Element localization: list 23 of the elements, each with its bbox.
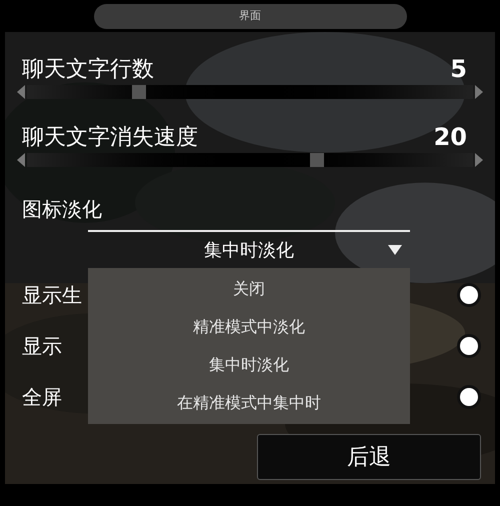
dropdown-option[interactable]: 在精准模式中集中时 xyxy=(88,384,410,422)
slider-track[interactable] xyxy=(27,153,473,167)
slider-thumb[interactable] xyxy=(132,85,146,99)
caret-icon xyxy=(388,245,402,255)
right-arrow-icon[interactable] xyxy=(475,153,483,167)
slider-thumb[interactable] xyxy=(310,153,324,167)
slider-track[interactable] xyxy=(27,85,473,99)
left-arrow-icon[interactable] xyxy=(17,153,25,167)
right-arrow-icon[interactable] xyxy=(475,85,483,99)
setting-label: 全屏 xyxy=(22,384,62,410)
setting-label: 显示生 xyxy=(22,282,82,308)
left-arrow-icon[interactable] xyxy=(17,85,25,99)
dropdown-option[interactable]: 集中时淡化 xyxy=(88,346,410,384)
slider-label: 聊天文字行数 xyxy=(22,56,154,84)
title: 界面 xyxy=(239,8,261,24)
dropdown-label: 图标淡化 xyxy=(21,196,103,223)
back-button[interactable]: 后退 xyxy=(257,434,481,480)
setting-label: 显示 xyxy=(22,332,62,360)
dropdown-option[interactable]: 精准模式中淡化 xyxy=(88,308,410,346)
slider-value: 20 xyxy=(434,122,467,153)
dropdown-option[interactable]: 关闭 xyxy=(88,270,410,308)
slider-label: 聊天文字消失速度 xyxy=(22,124,198,152)
slider-value: 5 xyxy=(450,54,467,85)
